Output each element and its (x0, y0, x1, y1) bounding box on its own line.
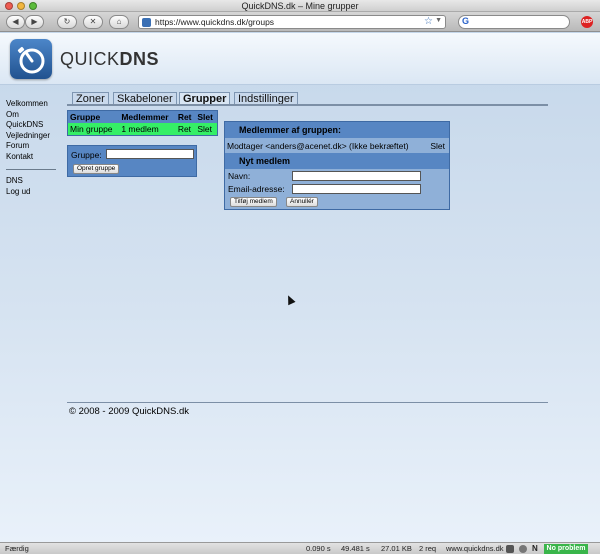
nav-link-velkommen[interactable]: Velkommen (6, 99, 58, 110)
nav-link-forum[interactable]: Forum (6, 141, 58, 152)
list-item: Modtager <anders@acenet.dk> (Ikke bekræf… (225, 139, 449, 153)
edit-group-link[interactable]: Ret (175, 123, 196, 136)
browser-toolbar: ◀ ▶ ↻ ✕ ⌂ https://www.quickdns.dk/groups… (0, 12, 600, 32)
home-button[interactable]: ⌂ (109, 15, 129, 29)
stopwatch-logo-icon[interactable] (10, 39, 52, 79)
page: QUICKDNS Velkommen Om QuickDNS Vejlednin… (0, 33, 600, 542)
copyright-text: © 2008 - 2009 QuickDNS.dk (69, 406, 190, 417)
column-header-slet: Slet (195, 110, 218, 123)
forward-arrow-icon: ▶ (31, 17, 38, 26)
home-icon: ⌂ (116, 17, 122, 26)
noscript-icon[interactable]: N (532, 545, 540, 553)
extension-icon[interactable] (519, 545, 527, 553)
status-host: www.quickdns.dk (446, 544, 504, 553)
group-members-count: 1 medlem (119, 123, 176, 136)
cancel-button[interactable]: Annullér (286, 197, 318, 207)
delete-member-link[interactable]: Slet (430, 139, 445, 153)
logo-word-light: QUICK (60, 49, 120, 69)
load-time-1: 0.090 s (306, 544, 331, 553)
nav-link-om-quickdns[interactable]: Om QuickDNS (6, 110, 58, 131)
search-bar[interactable]: G (458, 15, 570, 29)
nav-link-logout[interactable]: Log ud (6, 187, 58, 198)
status-text: Færdig (5, 544, 29, 553)
url-history-dropdown-icon[interactable]: ▼ (435, 17, 442, 24)
nav-divider (6, 169, 56, 170)
member-email-input[interactable] (292, 184, 421, 194)
footer-divider (67, 402, 548, 403)
bookmark-star-icon[interactable]: ☆ (424, 16, 433, 27)
name-label: Navn: (228, 171, 251, 181)
create-group-button[interactable]: Opret gruppe (73, 164, 120, 174)
column-header-medlemmer: Medlemmer (119, 110, 176, 123)
page-size: 27.01 KB (381, 544, 412, 553)
reload-icon: ↻ (63, 17, 71, 26)
stop-button[interactable]: ✕ (83, 15, 103, 29)
request-count: 2 req (419, 544, 437, 553)
nav-link-kontakt[interactable]: Kontakt (6, 152, 58, 163)
left-navigation: Velkommen Om QuickDNS Vejledninger Forum… (6, 99, 58, 197)
site-header: QUICKDNS (0, 33, 600, 85)
stop-icon: ✕ (89, 17, 97, 26)
forward-button[interactable]: ▶ (25, 15, 44, 29)
back-arrow-icon: ◀ (12, 17, 19, 26)
members-panel-title: Medlemmer af gruppen: (225, 122, 449, 138)
nav-link-dns[interactable]: DNS (6, 176, 58, 187)
mouse-cursor-icon (284, 293, 296, 306)
column-header-gruppe: Gruppe (67, 110, 120, 123)
member-name-input[interactable] (292, 171, 421, 181)
reload-button[interactable]: ↻ (57, 15, 77, 29)
groups-table: Gruppe Medlemmer Ret Slet Min gruppe 1 m… (67, 110, 218, 136)
google-search-icon: G (462, 16, 470, 26)
group-name-link[interactable]: Min gruppe (67, 123, 120, 136)
delete-group-link[interactable]: Slet (195, 123, 218, 136)
create-group-form: Gruppe: Opret gruppe (67, 145, 197, 177)
column-header-ret: Ret (175, 110, 196, 123)
window-titlebar: QuickDNS.dk – Mine grupper (0, 0, 600, 12)
lock-icon (506, 545, 514, 553)
load-time-2: 49.481 s (341, 544, 370, 553)
adblock-icon[interactable]: ABP (581, 16, 593, 28)
group-members-panel: Medlemmer af gruppen: Modtager <anders@a… (224, 121, 450, 210)
group-name-input[interactable] (106, 149, 194, 159)
table-header-row: Gruppe Medlemmer Ret Slet (67, 110, 218, 123)
group-name-label: Gruppe: (71, 150, 102, 160)
browser-statusbar: Færdig 0.090 s 49.481 s 27.01 KB 2 req w… (0, 542, 600, 554)
tab-underline (67, 104, 548, 106)
nav-link-vejledninger[interactable]: Vejledninger (6, 131, 58, 142)
url-bar[interactable]: https://www.quickdns.dk/groups ☆ ▼ (138, 15, 446, 29)
new-member-title: Nyt medlem (225, 153, 449, 169)
member-text: Modtager <anders@acenet.dk> (Ikke bekræf… (227, 141, 409, 151)
window-title: QuickDNS.dk – Mine grupper (241, 1, 359, 11)
site-logo-text[interactable]: QUICKDNS (60, 49, 159, 70)
email-label: Email-adresse: (228, 184, 285, 194)
logo-word-bold: DNS (119, 49, 160, 69)
url-text: https://www.quickdns.dk/groups (155, 17, 275, 27)
table-row[interactable]: Min gruppe 1 medlem Ret Slet (67, 123, 218, 136)
back-button[interactable]: ◀ (6, 15, 25, 29)
site-favicon-icon (142, 18, 151, 27)
add-member-button[interactable]: Tilføj medlem (230, 197, 277, 207)
status-badge[interactable]: No problem (544, 544, 588, 554)
